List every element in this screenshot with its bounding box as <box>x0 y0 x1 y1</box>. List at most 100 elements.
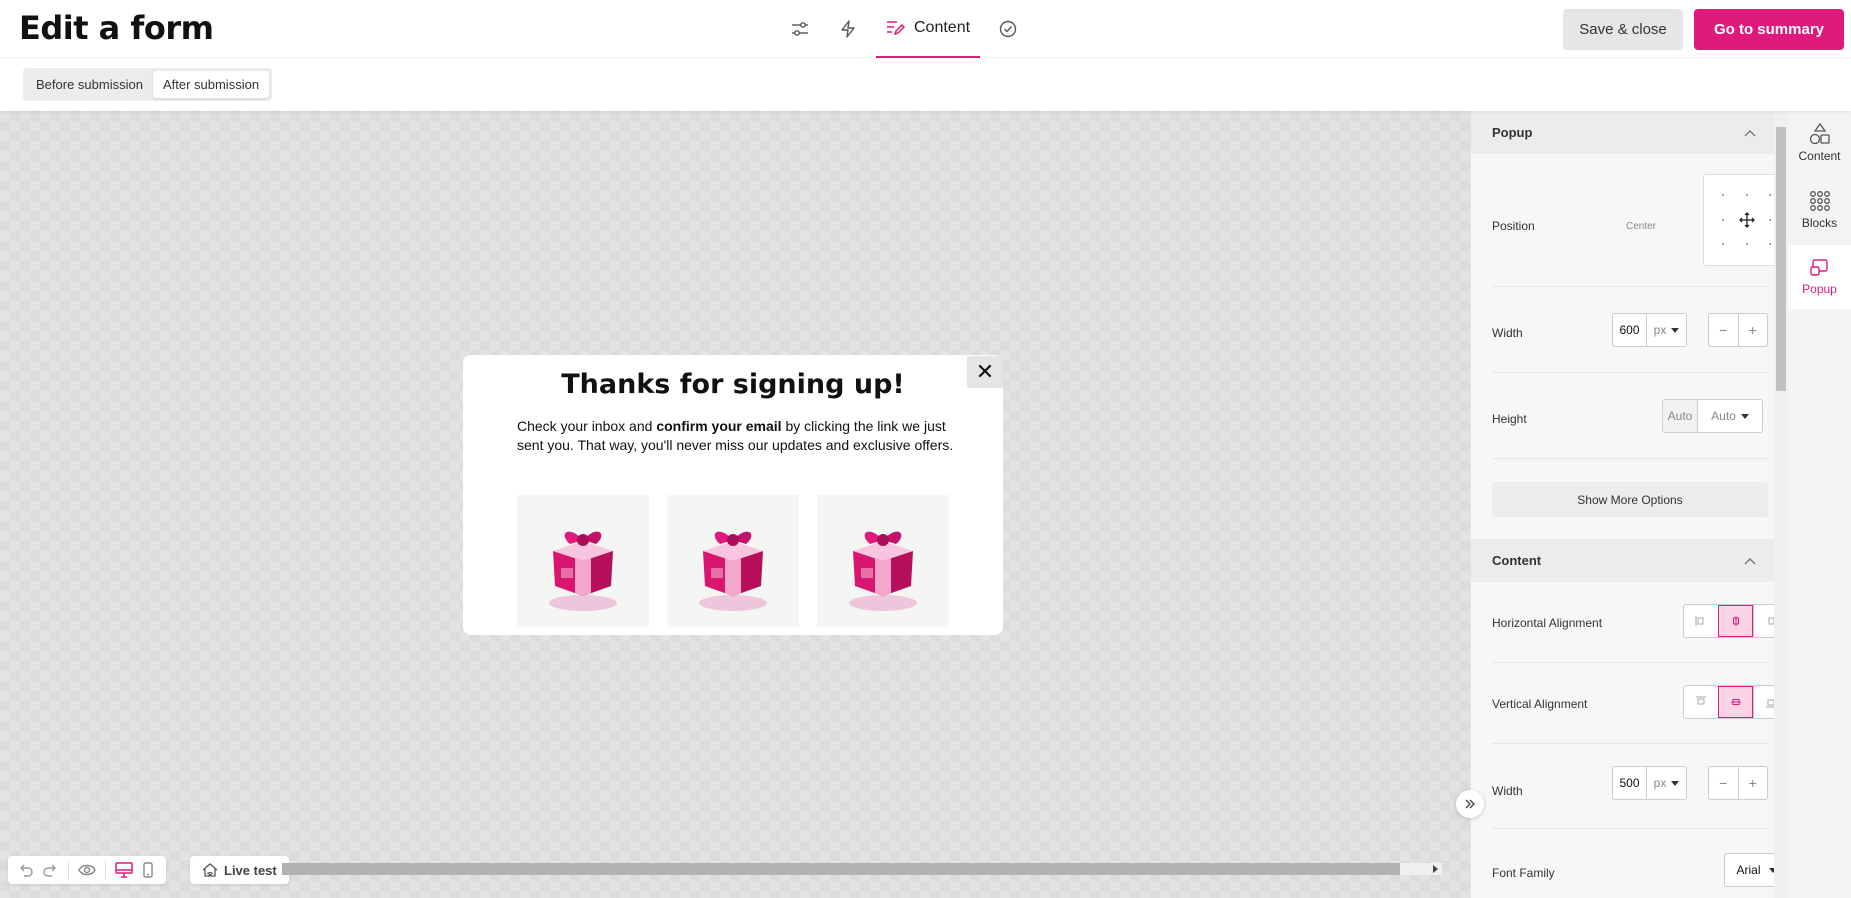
align-top-icon <box>1696 696 1706 705</box>
content-width-unit-select[interactable]: px <box>1647 766 1687 800</box>
position-dot[interactable] <box>1722 219 1724 221</box>
tab-content[interactable]: Content <box>876 0 981 58</box>
chevron-up-icon <box>1744 129 1756 136</box>
scroll-right-icon[interactable] <box>1433 865 1438 873</box>
decrement-button[interactable]: − <box>1709 314 1738 346</box>
show-more-options-button[interactable]: Show More Options <box>1492 482 1768 517</box>
header: Edit a form Content Save & close Go to s… <box>0 0 1851 58</box>
toolbar-divider <box>105 861 106 879</box>
vertical-alignment-label: Vertical Alignment <box>1492 697 1588 711</box>
popup-text-part: Check your inbox and <box>517 418 657 434</box>
caret-down-icon <box>1671 327 1680 333</box>
content-width-input[interactable] <box>1612 766 1647 800</box>
popup-width-input[interactable] <box>1612 313 1647 347</box>
gift-box-image[interactable] <box>517 495 649 627</box>
gift-box-image[interactable] <box>817 495 949 627</box>
gift-box-image[interactable] <box>667 495 799 627</box>
horizontal-alignment-row: Horizontal Alignment <box>1492 582 1775 663</box>
align-top-button[interactable] <box>1684 686 1718 718</box>
canvas-toolbar <box>8 856 166 884</box>
content-edit-icon <box>887 21 906 36</box>
settings-panel: Popup Position Center Width px − + <box>1470 111 1775 898</box>
font-family-select[interactable]: Arial <box>1724 853 1775 887</box>
submission-bar: Before submission After submission <box>0 58 1851 111</box>
align-left-button[interactable] <box>1684 605 1718 637</box>
after-submission-option[interactable]: After submission <box>152 71 270 98</box>
redo-icon[interactable] <box>38 858 62 882</box>
step-nav: Content <box>776 0 1032 58</box>
rail-tab-content[interactable]: Content <box>1788 111 1851 175</box>
popup-text[interactable]: Check your inbox and confirm your email … <box>517 417 957 455</box>
align-bottom-button[interactable] <box>1753 686 1775 718</box>
align-left-icon <box>1695 616 1704 626</box>
align-center-button[interactable] <box>1718 605 1753 637</box>
toolbar-divider <box>68 861 69 879</box>
popup-width-stepper: − + <box>1708 313 1768 347</box>
position-dot[interactable] <box>1722 194 1724 196</box>
rail-tab-blocks[interactable]: Blocks <box>1788 178 1851 242</box>
increment-button[interactable]: + <box>1737 767 1768 799</box>
position-dot[interactable] <box>1769 219 1771 221</box>
position-picker[interactable] <box>1703 174 1775 266</box>
panel-scrollbar-thumb[interactable] <box>1776 127 1786 391</box>
position-dot[interactable] <box>1769 194 1771 196</box>
rail-tab-popup-label: Popup <box>1802 282 1837 296</box>
position-dot[interactable] <box>1746 243 1748 245</box>
position-dot[interactable] <box>1722 243 1724 245</box>
popup-section-title: Popup <box>1492 125 1533 140</box>
submission-toggle: Before submission After submission <box>23 68 273 101</box>
save-close-button[interactable]: Save & close <box>1563 9 1683 50</box>
position-dot[interactable] <box>1769 243 1771 245</box>
check-circle-icon[interactable] <box>997 18 1019 40</box>
horizontal-scrollbar-thumb[interactable] <box>282 863 1400 875</box>
undo-icon[interactable] <box>14 858 38 882</box>
decrement-button[interactable]: − <box>1709 767 1738 799</box>
collapse-panel-button[interactable] <box>1456 790 1484 818</box>
content-section-header[interactable]: Content <box>1471 539 1775 582</box>
side-tab-rail: Content Blocks Popup <box>1788 111 1851 898</box>
popup-height-label: Height <box>1492 412 1527 426</box>
position-label: Position <box>1492 219 1535 233</box>
panel-scrollbar[interactable] <box>1774 111 1788 898</box>
move-arrows-icon <box>1739 212 1755 228</box>
content-width-unit: px <box>1653 776 1667 790</box>
gift-images <box>517 495 949 627</box>
popup-section-header[interactable]: Popup <box>1471 111 1775 154</box>
content-section-title: Content <box>1492 553 1542 568</box>
popup-preview[interactable]: ✕ Thanks for signing up! Check your inbo… <box>463 355 1003 635</box>
eye-icon[interactable] <box>75 858 99 882</box>
horizontal-scrollbar[interactable] <box>282 863 1442 875</box>
align-right-button[interactable] <box>1753 605 1775 637</box>
increment-button[interactable]: + <box>1737 314 1768 346</box>
align-middle-button[interactable] <box>1718 686 1753 718</box>
rail-tab-content-label: Content <box>1798 149 1841 163</box>
double-chevron-right-icon <box>1465 799 1475 809</box>
align-middle-icon <box>1731 699 1741 705</box>
font-family-label: Font Family <box>1492 866 1555 880</box>
popup-height-input[interactable]: Auto <box>1662 399 1698 433</box>
position-row: Position Center <box>1492 154 1775 287</box>
shapes-icon <box>1809 123 1830 145</box>
rail-tab-popup[interactable]: Popup <box>1788 245 1851 309</box>
live-test-button[interactable]: Live test <box>190 856 289 884</box>
popup-width-label: Width <box>1492 326 1523 340</box>
go-to-summary-button[interactable]: Go to summary <box>1694 9 1844 50</box>
content-width-stepper: − + <box>1708 766 1768 800</box>
rail-tab-blocks-label: Blocks <box>1801 216 1838 230</box>
popup-title[interactable]: Thanks for signing up! <box>463 369 1003 400</box>
chevron-up-icon <box>1744 557 1756 564</box>
sliders-icon[interactable] <box>789 18 811 40</box>
popup-width-unit: px <box>1653 323 1667 337</box>
wifi-house-icon <box>202 863 218 877</box>
popup-height-mode: Auto <box>1711 409 1736 423</box>
popup-width-unit-select[interactable]: px <box>1647 313 1687 347</box>
desktop-icon[interactable] <box>112 858 136 882</box>
caret-down-icon <box>1740 413 1749 419</box>
mobile-icon[interactable] <box>136 858 160 882</box>
position-dot[interactable] <box>1746 194 1748 196</box>
grid-dots-icon <box>1809 191 1830 211</box>
lightning-icon[interactable] <box>837 18 859 40</box>
popup-height-mode-select[interactable]: Auto <box>1698 399 1763 433</box>
before-submission-option[interactable]: Before submission <box>26 71 153 98</box>
font-family-value: Arial <box>1736 863 1761 877</box>
